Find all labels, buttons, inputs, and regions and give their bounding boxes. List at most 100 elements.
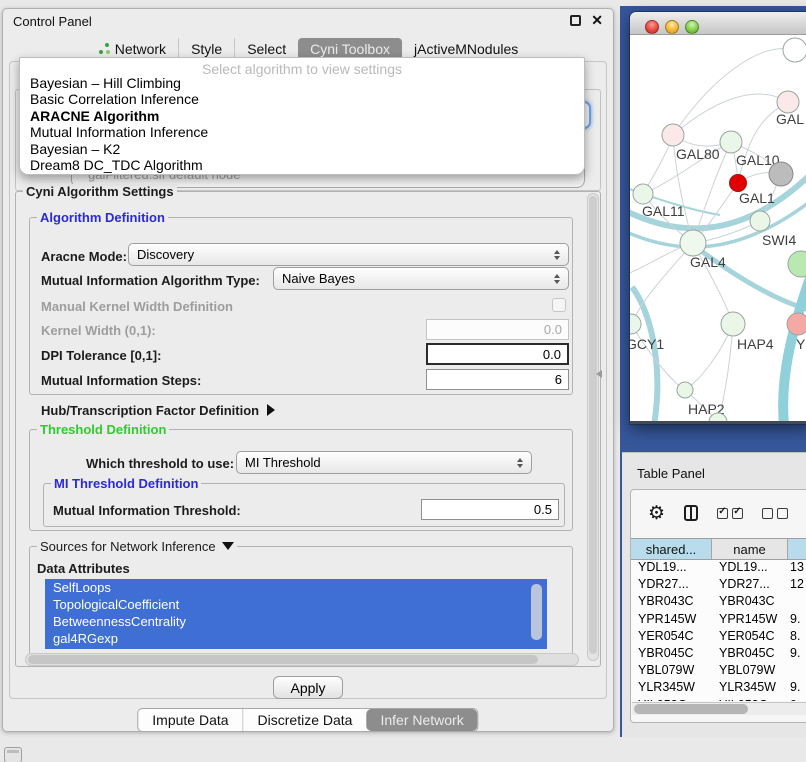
table-cell: YBL079W — [631, 663, 712, 680]
zoom-light-icon[interactable] — [685, 20, 699, 34]
aracne-mode-label: Aracne Mode: — [41, 249, 127, 264]
table-cell: 8. — [788, 629, 806, 646]
mi-steps-label: Mutual Information Steps: — [41, 373, 201, 388]
gear-icon[interactable]: ⚙ — [648, 504, 665, 523]
table-row[interactable]: YBL079WYBL079W — [631, 663, 806, 680]
table-cell: YDL19... — [631, 560, 712, 577]
settings-scrollbar-thumb[interactable] — [589, 196, 597, 654]
network-node[interactable] — [769, 162, 793, 186]
mi-type-combo[interactable]: Naive Bayes — [273, 267, 569, 290]
table-row[interactable]: YBR045CYBR045C9. — [631, 646, 806, 663]
tab-label: jActiveMNodules — [414, 41, 518, 57]
table-row[interactable]: YBR043CYBR043C — [631, 594, 806, 611]
panel-collapse-arrow-icon[interactable] — [596, 370, 602, 378]
bottom-tab-discretize-data[interactable]: Discretize Data — [243, 709, 367, 731]
node-label: HAP4 — [737, 336, 774, 352]
table-row[interactable]: YIL052CYIL052C9 — [631, 698, 806, 702]
network-node[interactable] — [730, 175, 747, 192]
float-window-icon[interactable] — [570, 15, 581, 26]
apply-button[interactable]: Apply — [273, 676, 343, 699]
stepper-icon — [517, 458, 523, 468]
table-cell: YDR27... — [631, 577, 712, 594]
minimized-panel-icon[interactable] — [4, 747, 22, 762]
node-label: GAL — [776, 111, 804, 127]
network-canvas[interactable]: GAL80GALGAL10GAL1GAL11SWI4GAL4GCY1HAP4YH… — [630, 35, 806, 421]
data-attribute-item[interactable]: SelfLoops — [45, 579, 547, 596]
network-view-window: GAL80GALGAL10GAL1GAL11SWI4GAL4GCY1HAP4YH… — [630, 12, 806, 424]
close-icon[interactable]: ✕ — [591, 12, 603, 29]
horizontal-scrollbar-thumb[interactable] — [28, 655, 538, 664]
network-node[interactable] — [777, 91, 799, 113]
network-window-titlebar[interactable] — [630, 12, 806, 35]
algorithm-option[interactable]: Dream8 DC_TDC Algorithm — [20, 157, 584, 173]
column-header-cut[interactable] — [788, 539, 806, 559]
node-label: GCY1 — [630, 336, 664, 352]
hub-section-toggle[interactable]: Hub/Transcription Factor Definition — [41, 403, 275, 418]
network-node[interactable] — [721, 312, 745, 336]
table-scrollbar-thumb[interactable] — [634, 704, 748, 714]
table-row[interactable]: YLR345WYLR345W9. — [631, 680, 806, 697]
table-row[interactable]: YDR27...YDR27...12 — [631, 577, 806, 594]
data-attribute-item[interactable]: gal4RGexp — [45, 630, 547, 647]
column-header-name[interactable]: name — [712, 539, 788, 559]
table-horizontal-scrollbar[interactable] — [632, 702, 806, 715]
settings-scrollbar[interactable] — [587, 193, 599, 661]
list-scrollbar-thumb[interactable] — [531, 584, 542, 640]
which-threshold-label: Which threshold to use: — [86, 456, 234, 471]
mi-threshold-field[interactable] — [421, 499, 559, 520]
data-attribute-item[interactable]: TopologicalCoefficient — [45, 596, 547, 613]
bottom-tab-impute-data[interactable]: Impute Data — [138, 709, 242, 731]
cyni-settings-title: Cyni Algorithm Settings — [23, 184, 177, 199]
kernel-width-field[interactable] — [426, 319, 569, 340]
algorithm-option[interactable]: Bayesian – K2 — [20, 141, 584, 157]
data-attributes-list[interactable]: SelfLoopsTopologicalCoefficientBetweenne… — [45, 579, 547, 649]
table-cell — [788, 594, 806, 611]
algorithm-option[interactable]: Mutual Information Inference — [20, 124, 584, 140]
network-node[interactable] — [677, 382, 693, 398]
table-cell: YER054C — [712, 629, 788, 646]
network-node[interactable] — [630, 314, 641, 334]
close-light-icon[interactable] — [645, 20, 659, 34]
minimize-light-icon[interactable] — [665, 20, 679, 34]
aracne-mode-combo[interactable]: Discovery — [128, 243, 569, 266]
split-columns-icon[interactable] — [684, 505, 698, 521]
algorithm-definition-title: Algorithm Definition — [37, 210, 168, 225]
dropdown-placeholder: Select algorithm to view settings — [20, 58, 584, 75]
network-node[interactable] — [633, 184, 653, 204]
network-node[interactable] — [787, 313, 806, 335]
which-threshold-combo[interactable]: MI Threshold — [236, 451, 532, 474]
control-panel-titlebar[interactable]: Control Panel ✕ — [3, 9, 613, 33]
table-row[interactable]: YER054CYER054C8. — [631, 629, 806, 646]
mi-steps-field[interactable] — [426, 369, 569, 390]
algorithm-option[interactable]: Bayesian – Hill Climbing — [20, 75, 584, 91]
sources-title[interactable]: Sources for Network Inference — [37, 539, 237, 554]
table-cell: YBR045C — [631, 646, 712, 663]
checked-columns-icon[interactable] — [717, 508, 743, 519]
network-node[interactable] — [662, 124, 684, 146]
network-node[interactable] — [680, 230, 706, 256]
column-header-shared[interactable]: shared... — [631, 539, 712, 559]
bottom-tab-infer-network[interactable]: Infer Network — [366, 709, 477, 731]
network-node[interactable] — [720, 131, 742, 153]
tab-label: Cyni Toolbox — [310, 41, 390, 57]
table-row[interactable]: YDL19...YDL19...13 — [631, 560, 806, 577]
manual-kernel-checkbox[interactable] — [552, 298, 566, 312]
algorithm-option[interactable]: Basic Correlation Inference — [20, 91, 584, 107]
table-row[interactable]: YPR145WYPR145W9. — [631, 612, 806, 629]
table-cell: YLR345W — [712, 680, 788, 697]
algorithm-option[interactable]: ARACNE Algorithm — [20, 108, 584, 124]
table-cell: 9. — [788, 680, 806, 697]
network-node[interactable] — [783, 38, 806, 62]
table-cell: 12 — [788, 577, 806, 594]
network-node[interactable] — [750, 211, 770, 231]
tab-label: Impute Data — [152, 712, 228, 728]
unchecked-columns-icon[interactable] — [762, 508, 788, 519]
table-cell: YDL19... — [712, 560, 788, 577]
control-panel-window: Control Panel ✕ NetworkStyleSelectCyni T… — [2, 8, 614, 732]
network-node[interactable] — [788, 251, 806, 277]
table-cell: YIL052C — [712, 698, 788, 702]
network-window-bottom-edge — [630, 421, 806, 424]
horizontal-scrollbar[interactable] — [25, 653, 579, 666]
data-attribute-item[interactable]: BetweennessCentrality — [45, 613, 547, 630]
dpi-tolerance-field[interactable] — [426, 343, 569, 365]
